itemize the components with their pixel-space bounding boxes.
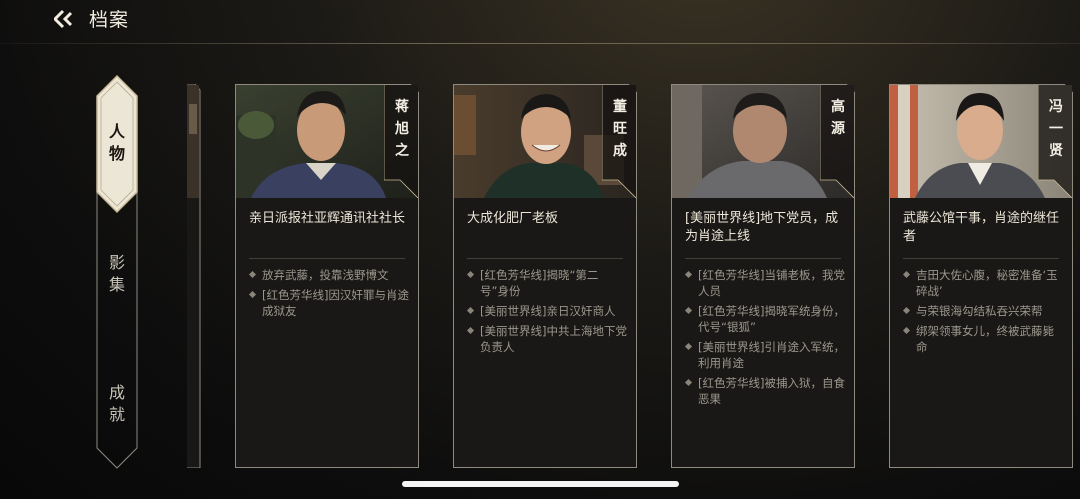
tab-characters-label-1: 人 xyxy=(108,122,125,142)
fact-list: 吉田大佐心腹，秘密准备‘玉碎战’ 与荣银海勾结私吞兴荣帮 绑架领事女儿，终被武藤… xyxy=(901,267,1063,359)
fact-item: [红色芳华线]被捕入狱，自食恶果 xyxy=(683,375,845,407)
character-card[interactable]: 蒋 旭 之 亲日派报社亚辉通讯社社长 放弃武藤，投靠浅野博文 [红色芳华线]因汉… xyxy=(235,84,419,468)
name-char: 贤 xyxy=(1049,143,1063,159)
card-divider xyxy=(685,258,841,259)
character-card[interactable]: 冯 一 贤 武藤公馆干事，肖途的继任者 吉田大佐心腹，秘密准备‘玉碎战’ 与荣银… xyxy=(889,84,1073,468)
fact-list: 放弃武藤，投靠浅野博文 [红色芳华线]因汉奸罪与肖途成狱友 xyxy=(247,267,409,323)
fact-item: [红色芳华线]揭晓“第二号”身份 xyxy=(465,267,627,299)
character-name: 冯 一 贤 xyxy=(1045,96,1067,162)
fact-item: 吉田大佐心腹，秘密准备‘玉碎战’ xyxy=(901,267,1063,299)
name-char: 旺 xyxy=(613,121,627,137)
character-card[interactable]: 董 旺 成 大成化肥厂老板 [红色芳华线]揭晓“第二号”身份 [美丽世界线]亲日… xyxy=(453,84,637,468)
partial-card-edge[interactable] xyxy=(187,84,201,468)
name-char: 董 xyxy=(613,99,627,115)
card-divider xyxy=(249,258,405,259)
tab-gallery[interactable]: 影 集 xyxy=(96,239,138,309)
character-description: 武藤公馆干事，肖途的继任者 xyxy=(903,211,1060,244)
tab-gallery-label-1: 影 xyxy=(108,253,125,273)
name-char: 高 xyxy=(831,99,845,115)
character-description: 亲日派报社亚辉通讯社社长 xyxy=(249,211,406,226)
fact-item: 与荣银海勾结私吞兴荣帮 xyxy=(901,303,1063,319)
name-char: 成 xyxy=(613,143,627,159)
tab-achievements-label-1: 成 xyxy=(108,383,125,403)
character-name: 董 旺 成 xyxy=(609,96,631,162)
name-char: 旭 xyxy=(395,121,409,137)
character-name: 蒋 旭 之 xyxy=(391,96,413,162)
card-divider xyxy=(467,258,623,259)
tab-characters[interactable]: 人 物 xyxy=(96,74,138,212)
page-title: 档案 xyxy=(89,9,130,31)
header-divider xyxy=(0,43,1080,44)
name-char: 源 xyxy=(831,121,845,137)
character-description: 大成化肥厂老板 xyxy=(467,211,559,226)
fact-item: [红色芳华线]因汉奸罪与肖途成狱友 xyxy=(247,287,409,319)
tab-gallery-label-2: 集 xyxy=(108,275,125,294)
fact-item: [美丽世界线]引肖途入军统，利用肖途 xyxy=(683,339,845,371)
name-char: 蒋 xyxy=(395,99,409,115)
card-divider xyxy=(903,258,1059,259)
top-bar: 档案 xyxy=(0,0,1080,44)
fact-item: [红色芳华线]当铺老板，我党人员 xyxy=(683,267,845,299)
fact-list: [红色芳华线]揭晓“第二号”身份 [美丽世界线]亲日汉奸商人 [美丽世界线]中共… xyxy=(465,267,627,359)
back-chevron-icon[interactable] xyxy=(54,9,76,29)
fact-item: [美丽世界线]中共上海地下党负责人 xyxy=(465,323,627,355)
fact-list: [红色芳华线]当铺老板，我党人员 [红色芳华线]揭晓军统身份，代号“银狐” [美… xyxy=(683,267,845,411)
name-char: 冯 xyxy=(1049,99,1063,115)
name-char: 一 xyxy=(1049,121,1063,137)
home-indicator[interactable] xyxy=(402,481,679,487)
tab-characters-label-2: 物 xyxy=(108,144,125,163)
tab-achievements-label-2: 就 xyxy=(108,405,125,424)
side-nav: 人 物 影 集 成 就 xyxy=(96,74,138,470)
character-card[interactable]: 高 源 [美丽世界线]地下党员，成为肖途上线 [红色芳华线]当铺老板，我党人员 … xyxy=(671,84,855,468)
fact-item: [红色芳华线]揭晓军统身份，代号“银狐” xyxy=(683,303,845,335)
name-char: 之 xyxy=(395,143,409,159)
fact-item: 绑架领事女儿，终被武藤毙命 xyxy=(901,323,1063,355)
fact-item: 放弃武藤，投靠浅野博文 xyxy=(247,267,409,283)
fact-item: [美丽世界线]亲日汉奸商人 xyxy=(465,303,627,319)
tab-achievements[interactable]: 成 就 xyxy=(96,369,138,439)
character-name: 高 源 xyxy=(827,96,849,140)
character-description: [美丽世界线]地下党员，成为肖途上线 xyxy=(685,211,839,244)
